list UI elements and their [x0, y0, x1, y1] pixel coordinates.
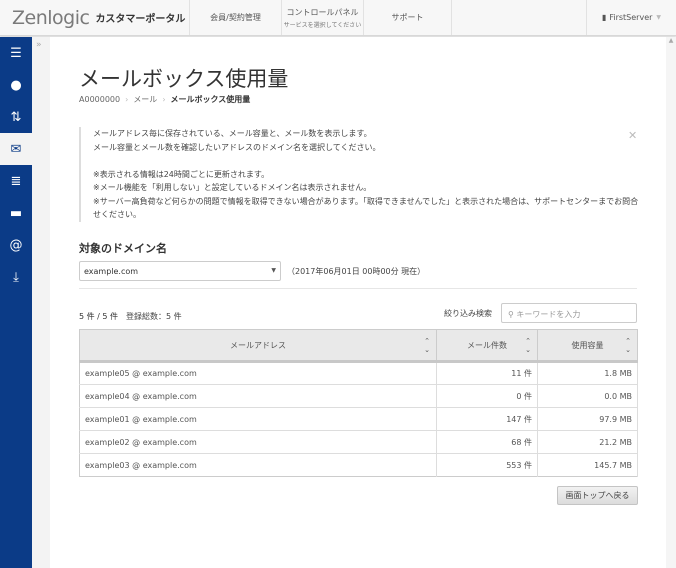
notice-line: メールアドレス毎に保存されている、メール容量と、メール数を表示します。 — [93, 129, 372, 138]
breadcrumb-account[interactable]: A0000000 — [79, 95, 120, 104]
nav-support[interactable]: サポート — [364, 0, 452, 35]
nav-label: コントロールパネル — [286, 7, 359, 17]
table-row: example05 @ example.com 11 件 1.8 MB — [79, 361, 638, 385]
search-input[interactable]: ⚲ キーワードを入力 — [501, 303, 637, 323]
table-row: example01 @ example.com 147 件 97.9 MB — [79, 407, 638, 431]
download-icon: ⤓ — [13, 269, 19, 285]
notice-line: メール容量とメール数を確認したいアドレスのドメイン名を選択してください。 — [93, 142, 381, 152]
sort-icon[interactable]: ⌃ ⌄ — [625, 337, 631, 355]
cell-count: 147 件 — [436, 407, 538, 431]
database-icon: ≣ — [10, 173, 22, 189]
chevron-right-icon: › — [125, 95, 129, 104]
cell-address: example05 @ example.com — [79, 361, 437, 385]
column-label: メールアドレス — [230, 340, 286, 350]
cell-size: 1.8 MB — [537, 361, 638, 385]
mailbox-table: メールアドレス ⌃ ⌄ メール件数 ⌃ ⌄ 使用容量 ⌃ ⌄ example05 @ exa… — [79, 329, 638, 477]
notice-line: ※サーバー高負荷など何らかの問題で情報を取得できない場合があります。「取得できま… — [93, 196, 639, 220]
sidebar-item-transfer[interactable]: ⇅ — [0, 101, 32, 133]
result-count: 5 件 / 5 件 登録総数：5 件 — [79, 311, 182, 322]
cell-count: 11 件 — [436, 361, 538, 385]
user-menu[interactable]: ▮ FirstServer ▼ — [586, 0, 676, 35]
domain-heading: 対象のドメイン名 — [79, 242, 167, 255]
column-header-size[interactable]: 使用容量 ⌃ ⌄ — [537, 329, 638, 363]
cell-size: 145.7 MB — [537, 453, 638, 477]
divider — [79, 288, 637, 289]
cell-count: 553 件 — [436, 453, 538, 477]
scroll-up-icon: ▲ — [668, 37, 674, 44]
column-label: メール件数 — [467, 340, 507, 350]
domain-select[interactable]: example.com ▼ — [79, 261, 281, 281]
mail-icon: ✉ — [10, 141, 22, 157]
cell-count: 0 件 — [436, 384, 538, 408]
notice-line: ※メール機能を「利用しない」と設定しているドメイン名は表示されません。 — [93, 183, 372, 192]
folder-icon: ▬ — [9, 205, 23, 221]
cell-address: example03 @ example.com — [79, 453, 437, 477]
nav-sublabel: サービスを選択してください — [283, 21, 362, 29]
chevron-down-icon: ▼ — [656, 14, 662, 21]
globe-icon: ● — [10, 77, 22, 93]
sidebar-item-mail[interactable]: ✉ — [0, 133, 32, 165]
close-icon[interactable]: ✕ — [628, 129, 637, 142]
nav-account[interactable]: 会員/契約管理 — [190, 0, 282, 35]
search-placeholder: キーワードを入力 — [516, 310, 581, 319]
sidebar-item-database[interactable]: ≣ — [0, 165, 32, 197]
server-icon: ☰ — [10, 45, 22, 61]
scrollbar[interactable]: ▲ — [666, 37, 676, 568]
sort-icon[interactable]: ⌃ ⌄ — [525, 337, 531, 355]
sidebar-item-domain[interactable]: ● — [0, 69, 32, 101]
column-header-count[interactable]: メール件数 ⌃ ⌄ — [436, 329, 538, 363]
cell-count: 68 件 — [436, 430, 538, 454]
sidebar-item-server[interactable]: ☰ — [0, 37, 32, 69]
logo-text: Zenlogic — [12, 6, 90, 29]
at-icon: @ — [9, 237, 23, 253]
nav-control-panel[interactable]: コントロールパネル サービスを選択してください — [282, 0, 364, 35]
count-shown: 5 件 / 5 件 — [79, 312, 119, 321]
sidebar-item-at[interactable]: @ — [0, 229, 32, 261]
sidebar-item-download[interactable]: ⤓ — [0, 261, 32, 293]
breadcrumb-mail[interactable]: メール — [133, 95, 157, 104]
domain-select-value: example.com — [84, 267, 139, 276]
filter-label: 絞り込み検索 — [444, 309, 492, 318]
cell-address: example01 @ example.com — [79, 407, 437, 431]
double-chevron-right-icon: » — [36, 40, 42, 50]
back-to-top-button[interactable]: 画面トップへ戻る — [557, 486, 638, 505]
transfer-icon: ⇅ — [10, 109, 22, 125]
search-icon: ⚲ — [508, 310, 514, 319]
notice-line: ※表示される情報は24時間ごとに更新されます。 — [93, 169, 270, 179]
sidebar: ☰ ● ⇅ ✉ ≣ ▬ @ ⤓ — [0, 37, 32, 568]
cell-address: example04 @ example.com — [79, 384, 437, 408]
nav-label: 会員/契約管理 — [210, 13, 261, 22]
table-row: example04 @ example.com 0 件 0.0 MB — [79, 384, 638, 408]
logo[interactable]: Zenlogic カスタマーポータル — [0, 0, 190, 35]
column-header-address[interactable]: メールアドレス ⌃ ⌄ — [79, 329, 437, 363]
main-content: メールボックス使用量 A0000000 › メール › メールボックス使用量 メールアド… — [50, 37, 666, 568]
cell-address: example02 @ example.com — [79, 430, 437, 454]
page-title: メールボックス使用量 — [79, 67, 289, 91]
breadcrumb: A0000000 › メール › メールボックス使用量 — [79, 94, 250, 105]
server-icon: ▮ — [601, 13, 607, 22]
caret-down-icon: ▼ — [271, 267, 276, 274]
table-row: example03 @ example.com 553 件 145.7 MB — [79, 453, 638, 477]
cell-size: 97.9 MB — [537, 407, 638, 431]
chevron-right-icon: › — [162, 95, 166, 104]
expand-sidebar-button[interactable]: » — [32, 37, 50, 568]
info-notice: メールアドレス毎に保存されている、メール容量と、メール数を表示します。 メール容… — [79, 127, 639, 222]
as-of-timestamp: （2017年06月01日 00時00分 現在） — [287, 267, 426, 276]
sort-icon[interactable]: ⌃ ⌄ — [424, 337, 430, 355]
table-row: example02 @ example.com 68 件 21.2 MB — [79, 430, 638, 454]
nav-label: サポート — [391, 13, 424, 22]
cell-size: 0.0 MB — [537, 384, 638, 408]
portal-name: カスタマーポータル — [95, 14, 186, 25]
count-total: 登録総数：5 件 — [126, 312, 182, 321]
sidebar-item-folder[interactable]: ▬ — [0, 197, 32, 229]
user-name: FirstServer — [609, 13, 653, 22]
top-header: Zenlogic カスタマーポータル 会員/契約管理 コントロールパネル サービス… — [0, 0, 676, 36]
column-label: 使用容量 — [571, 340, 604, 350]
breadcrumb-current: メールボックス使用量 — [170, 95, 251, 104]
cell-size: 21.2 MB — [537, 430, 638, 454]
